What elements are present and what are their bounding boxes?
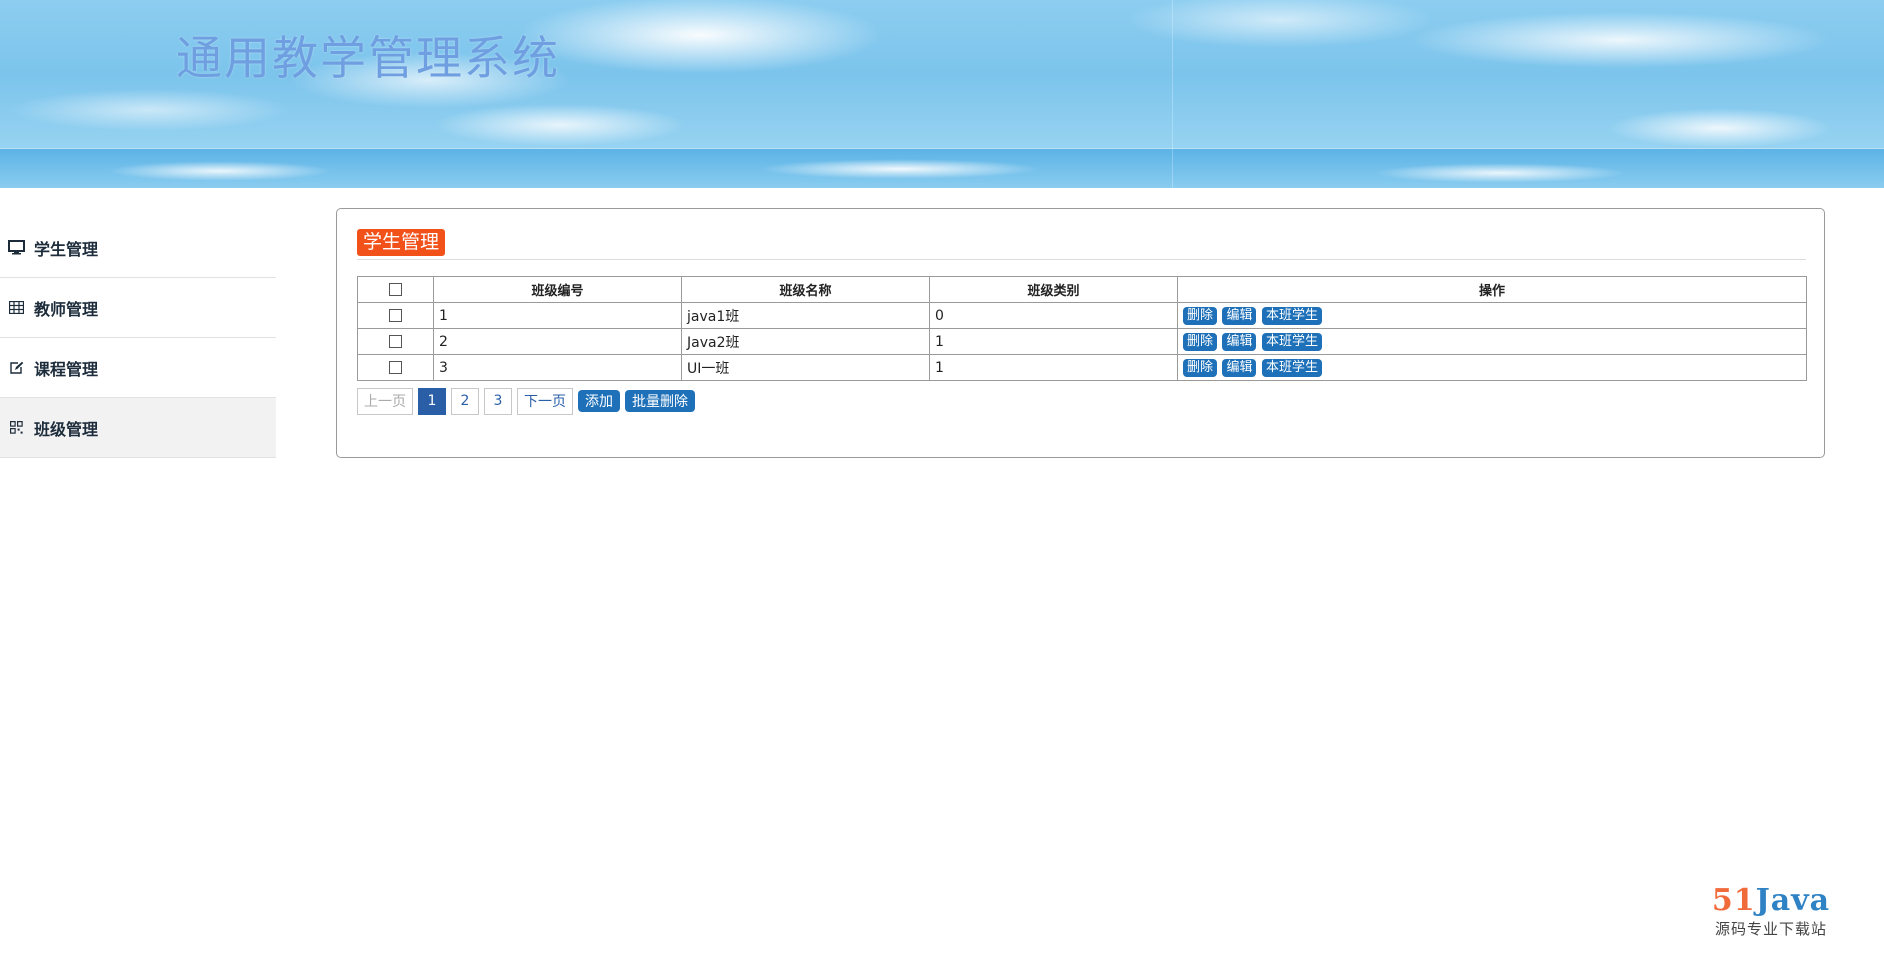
batch-delete-button[interactable]: 批量删除 [625, 390, 695, 412]
cell-class-id: 2 [433, 328, 682, 355]
page-button-3[interactable]: 3 [484, 387, 512, 415]
sidebar-item-course[interactable]: 课程管理 [0, 338, 276, 398]
select-all-cell [357, 276, 434, 303]
sidebar: 学生管理 教师管理 课程管理 班级管理 [0, 218, 276, 458]
sidebar-item-student[interactable]: 学生管理 [0, 218, 276, 278]
cell-actions: 删除 编辑 本班学生 [1177, 328, 1807, 355]
class-students-button[interactable]: 本班学生 [1261, 306, 1322, 325]
class-students-button[interactable]: 本班学生 [1261, 358, 1322, 377]
watermark-brand: 51Java [1706, 886, 1836, 916]
cell-class-id: 1 [433, 302, 682, 329]
watermark-brand-number: 51 [1711, 883, 1756, 918]
row-checkbox[interactable] [389, 309, 402, 322]
main-panel: 学生管理 班级编号 班级名称 班级类别 操作 1 java1班 0 删除 编辑 … [336, 208, 1825, 458]
table-header-row: 班级编号 班级名称 班级类别 操作 [357, 276, 1807, 303]
sidebar-item-label: 班级管理 [34, 419, 99, 439]
delete-button[interactable]: 删除 [1183, 306, 1218, 325]
column-header: 操作 [1177, 276, 1807, 303]
edit-button[interactable]: 编辑 [1222, 306, 1257, 325]
edit-button[interactable]: 编辑 [1222, 332, 1257, 351]
row-select-cell [357, 354, 434, 381]
cell-class-name: Java2班 [681, 328, 930, 355]
panel-header: 学生管理 [357, 229, 1806, 260]
grid-icon [7, 419, 25, 437]
header-banner: 通用教学管理系统 [0, 0, 1884, 188]
row-checkbox[interactable] [389, 361, 402, 374]
panel-title: 学生管理 [357, 229, 446, 256]
select-all-checkbox[interactable] [389, 283, 402, 296]
cell-class-category: 1 [929, 328, 1178, 355]
sidebar-item-label: 学生管理 [34, 239, 99, 259]
edit-button[interactable]: 编辑 [1222, 358, 1257, 377]
pagination: 上一页 1 2 3 下一页 添加 批量删除 [357, 387, 695, 415]
column-header: 班级编号 [433, 276, 682, 303]
next-page-button[interactable]: 下一页 [517, 387, 573, 415]
cell-class-category: 0 [929, 302, 1178, 329]
sidebar-item-label: 课程管理 [34, 359, 99, 379]
delete-button[interactable]: 删除 [1183, 332, 1218, 351]
monitor-icon [7, 239, 25, 257]
watermark-logo: 51Java 源码专业下载站 [1706, 886, 1836, 939]
sidebar-item-label: 教师管理 [34, 299, 99, 319]
row-select-cell [357, 328, 434, 355]
cell-class-category: 1 [929, 354, 1178, 381]
page-button-2[interactable]: 2 [451, 387, 479, 415]
table-row: 2 Java2班 1 删除 编辑 本班学生 [357, 328, 1807, 355]
sidebar-item-teacher[interactable]: 教师管理 [0, 278, 276, 338]
edit-icon [7, 359, 25, 377]
column-header: 班级名称 [681, 276, 930, 303]
app-title: 通用教学管理系统 [176, 31, 560, 85]
row-checkbox[interactable] [389, 335, 402, 348]
add-button[interactable]: 添加 [578, 390, 620, 412]
watermark-brand-text: Java [1755, 883, 1831, 918]
table-icon [7, 299, 25, 317]
table-row: 1 java1班 0 删除 编辑 本班学生 [357, 302, 1807, 329]
sidebar-item-class[interactable]: 班级管理 [0, 398, 276, 458]
column-header: 班级类别 [929, 276, 1178, 303]
cell-class-id: 3 [433, 354, 682, 381]
banner-cloud-strip [0, 148, 1884, 188]
delete-button[interactable]: 删除 [1183, 358, 1218, 377]
watermark-subtitle: 源码专业下载站 [1714, 920, 1827, 938]
row-select-cell [357, 302, 434, 329]
table-row: 3 UI一班 1 删除 编辑 本班学生 [357, 354, 1807, 381]
cell-actions: 删除 编辑 本班学生 [1177, 302, 1807, 329]
cell-class-name: java1班 [681, 302, 930, 329]
page-button-1[interactable]: 1 [418, 387, 446, 415]
cell-actions: 删除 编辑 本班学生 [1177, 354, 1807, 381]
class-table: 班级编号 班级名称 班级类别 操作 1 java1班 0 删除 编辑 本班学生 [357, 276, 1807, 381]
class-students-button[interactable]: 本班学生 [1261, 332, 1322, 351]
cell-class-name: UI一班 [681, 354, 930, 381]
prev-page-button[interactable]: 上一页 [357, 387, 413, 415]
banner-seam [1172, 0, 1173, 188]
